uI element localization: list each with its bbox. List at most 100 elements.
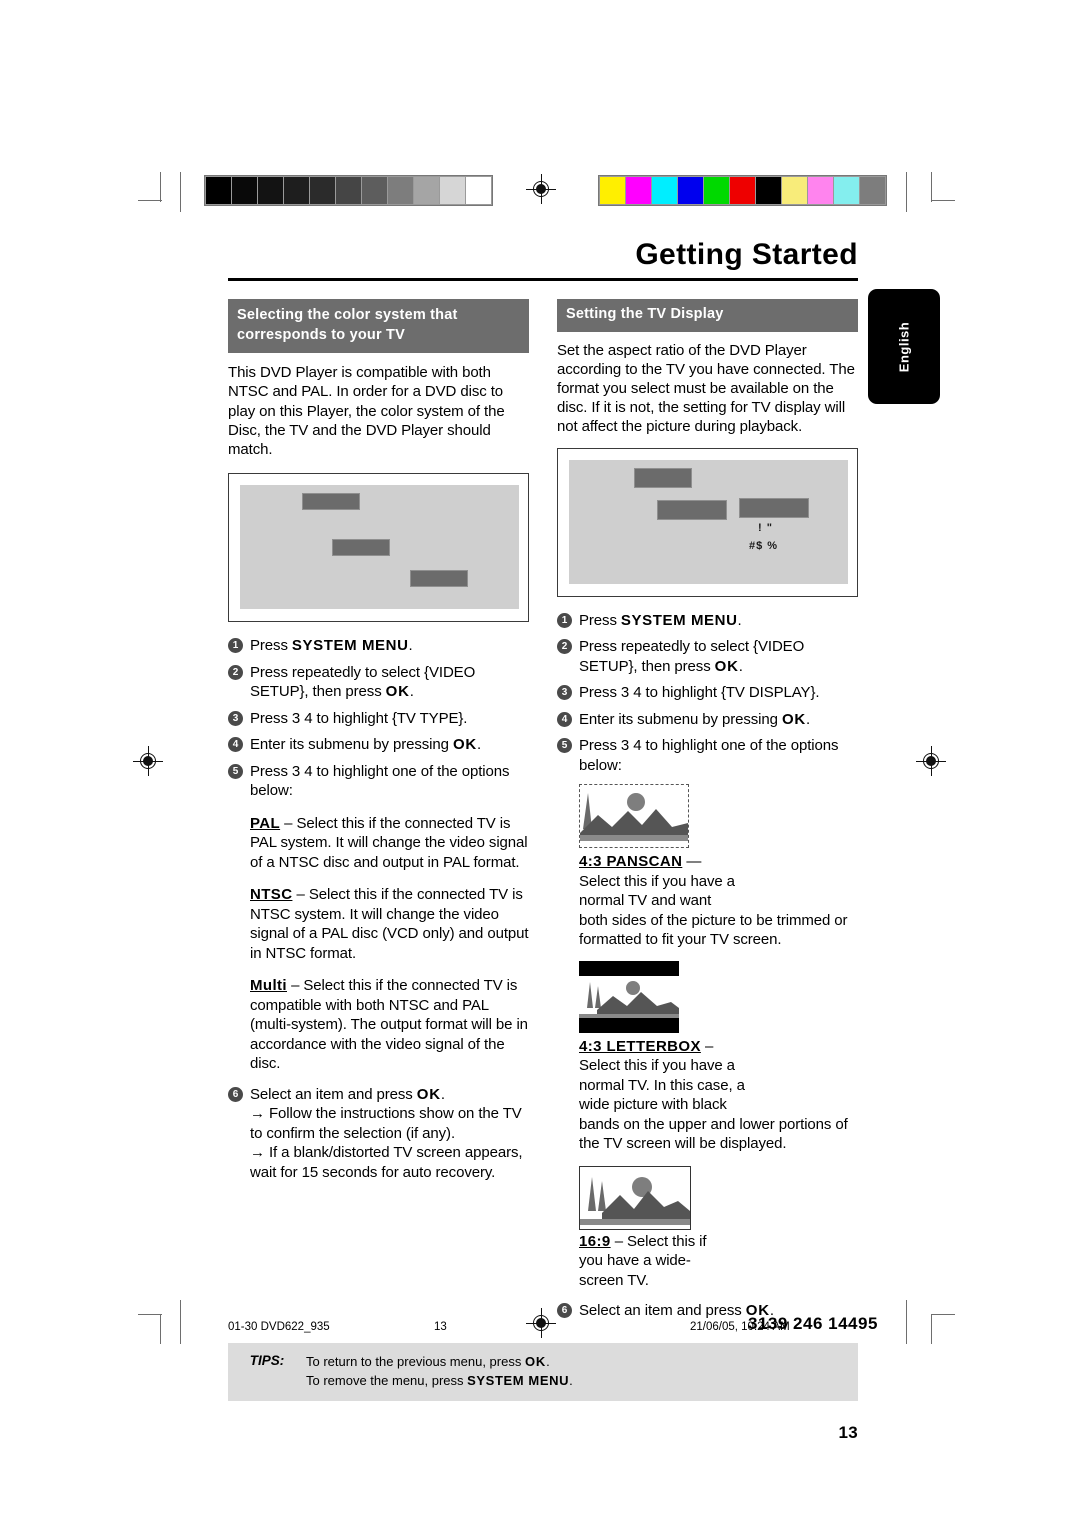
step-number: 1 bbox=[228, 638, 243, 654]
osd-screen bbox=[240, 485, 519, 610]
swatch bbox=[388, 177, 413, 204]
step-number: 5 bbox=[557, 738, 572, 753]
steps-list-right: 1 Press SYSTEM MENU. 2 Press repeatedly to… bbox=[557, 611, 858, 776]
landscape-graphic bbox=[580, 793, 688, 841]
swatch bbox=[652, 177, 677, 204]
step-text: Press 3 4 to highlight {TV TYPE}. bbox=[250, 709, 468, 727]
step-item: 6 Select an item and press OK. → Follow t… bbox=[228, 1085, 529, 1183]
step-text: Press bbox=[250, 637, 292, 655]
swatch bbox=[258, 177, 283, 204]
step-keyword: OK bbox=[416, 1085, 441, 1103]
swatch bbox=[362, 177, 387, 204]
footer-code: 3139 246 14495 bbox=[748, 1314, 878, 1333]
osd-bar bbox=[634, 467, 692, 488]
step-item: 3 Press 3 4 to highlight {TV TYPE}. bbox=[228, 709, 529, 729]
registration-mark-left bbox=[133, 746, 163, 776]
step-keyword: OK bbox=[385, 683, 410, 701]
intro-paragraph-left: This DVD Player is compatible with both … bbox=[228, 364, 505, 458]
letterbox-illustration bbox=[579, 960, 679, 1033]
step-item: 1 Press SYSTEM MENU. bbox=[557, 611, 858, 631]
swatch bbox=[336, 177, 361, 204]
tips-line-2: To remove the menu, press SYSTEM MENU. bbox=[306, 1371, 573, 1391]
step-text: Press 3 4 to highlight {TV DISPLAY}. bbox=[579, 684, 820, 701]
step-text: Enter its submenu by pressing bbox=[250, 736, 453, 754]
tips-keyword: OK bbox=[524, 1353, 547, 1369]
osd-bar bbox=[657, 499, 727, 520]
step-item: 4 Enter its submenu by pressing OK. bbox=[228, 735, 529, 755]
tips-label: TIPS: bbox=[249, 1352, 285, 1368]
option-name: NTSC bbox=[250, 886, 293, 904]
widescreen-illustration bbox=[579, 1165, 691, 1230]
step-text-tail: . bbox=[440, 1085, 445, 1103]
option-letterbox: 4:3 LETTERBOX – Select this if you have … bbox=[579, 960, 858, 1154]
step-keyword: OK bbox=[714, 657, 739, 675]
tips-keyword: SYSTEM MENU bbox=[467, 1373, 570, 1388]
step-keyword: SYSTEM MENU bbox=[291, 637, 409, 655]
step-number: 2 bbox=[557, 639, 572, 654]
swatch bbox=[600, 177, 625, 204]
column-right: Setting the TV Display Set the aspect ra… bbox=[557, 299, 858, 1321]
swatch bbox=[782, 177, 807, 204]
tips-line-2-tail: . bbox=[569, 1373, 573, 1388]
option-short: Select this if you have a normal TV and … bbox=[579, 872, 735, 910]
osd-illustration-tv-display: ! " #$ % bbox=[557, 447, 858, 597]
osd-illustration-tv-type bbox=[228, 473, 529, 623]
option-dash: — bbox=[682, 853, 702, 870]
step-text-tail: . bbox=[738, 657, 743, 675]
step-item: 2 Press repeatedly to select {VIDEO SETUP… bbox=[557, 637, 858, 676]
option-pal: PAL – Select this if the connected TV is… bbox=[250, 814, 529, 873]
step-text: Select an item and press bbox=[250, 1085, 417, 1103]
intro-paragraph-right: Set the aspect ratio of the DVD Player a… bbox=[557, 341, 855, 436]
swatch bbox=[808, 177, 833, 204]
color-calibration-bar bbox=[598, 175, 887, 206]
option-multi: Multi – Select this if the connected TV … bbox=[250, 976, 529, 1074]
step-number: 3 bbox=[557, 685, 572, 700]
osd-bar bbox=[332, 539, 390, 557]
osd-bar-highlight bbox=[739, 497, 809, 518]
tips-line-2-text: To remove the menu, press bbox=[306, 1373, 468, 1388]
step-number: 4 bbox=[228, 737, 243, 753]
tips-line-1-tail: . bbox=[546, 1353, 550, 1369]
swatch bbox=[206, 177, 231, 204]
crop-mark-top-left-inner bbox=[180, 172, 184, 212]
step-text: Press bbox=[579, 611, 621, 629]
tips-content: To return to the previous menu, press OK… bbox=[306, 1352, 573, 1391]
option-widescreen-text: 16:9 – Select this if you have a wide- s… bbox=[579, 1232, 729, 1291]
swatch bbox=[414, 177, 439, 204]
swatch bbox=[756, 177, 781, 204]
step-number: 5 bbox=[228, 763, 243, 779]
section-heading-tv-display: Setting the TV Display bbox=[557, 299, 858, 332]
step-item: 1 Press SYSTEM MENU. bbox=[228, 636, 529, 656]
step-text-tail: . bbox=[806, 710, 811, 728]
option-panscan: 4:3 PANSCAN — Select this if you have a … bbox=[579, 784, 858, 950]
swatch bbox=[284, 177, 309, 204]
step-number: 1 bbox=[557, 612, 572, 628]
step-item: 5 Press 3 4 to highlight one of the optio… bbox=[557, 736, 858, 775]
swatch bbox=[466, 177, 491, 204]
option-name: Multi bbox=[250, 977, 287, 995]
letterbox-inner-image bbox=[579, 975, 679, 1018]
option-letterbox-text: 4:3 LETTERBOX – Select this if you have … bbox=[579, 1037, 749, 1115]
swatch bbox=[834, 177, 859, 204]
option-panscan-rest: both sides of the picture to be trimmed … bbox=[579, 911, 848, 949]
title-rule bbox=[228, 278, 858, 281]
print-footer: 01-30 DVD622_935 13 21/06/05, 10:24 AM 3… bbox=[0, 1314, 1080, 1346]
section-heading-color-system: Selecting the color system that correspo… bbox=[228, 299, 529, 354]
step-item: 5 Press 3 4 to highlight one of the optio… bbox=[228, 762, 529, 801]
language-tab: English bbox=[868, 289, 940, 404]
swatch bbox=[440, 177, 465, 204]
swatch bbox=[310, 177, 335, 204]
osd-symbol-line2: #$ % bbox=[749, 539, 779, 552]
step-item: 4 Enter its submenu by pressing OK. bbox=[557, 710, 858, 730]
landscape-graphic bbox=[579, 980, 679, 1018]
step-number: 3 bbox=[228, 710, 243, 726]
osd-bar bbox=[302, 493, 360, 511]
step-text-tail: . bbox=[737, 611, 742, 629]
swatch bbox=[704, 177, 729, 204]
step-text-tail: . bbox=[477, 736, 482, 754]
swatch bbox=[232, 177, 257, 204]
swatch bbox=[860, 177, 885, 204]
step-text: Enter its submenu by pressing bbox=[579, 710, 782, 728]
tips-line-1-text: To return to the previous menu, press bbox=[306, 1353, 525, 1369]
step-keyword: OK bbox=[781, 710, 807, 728]
